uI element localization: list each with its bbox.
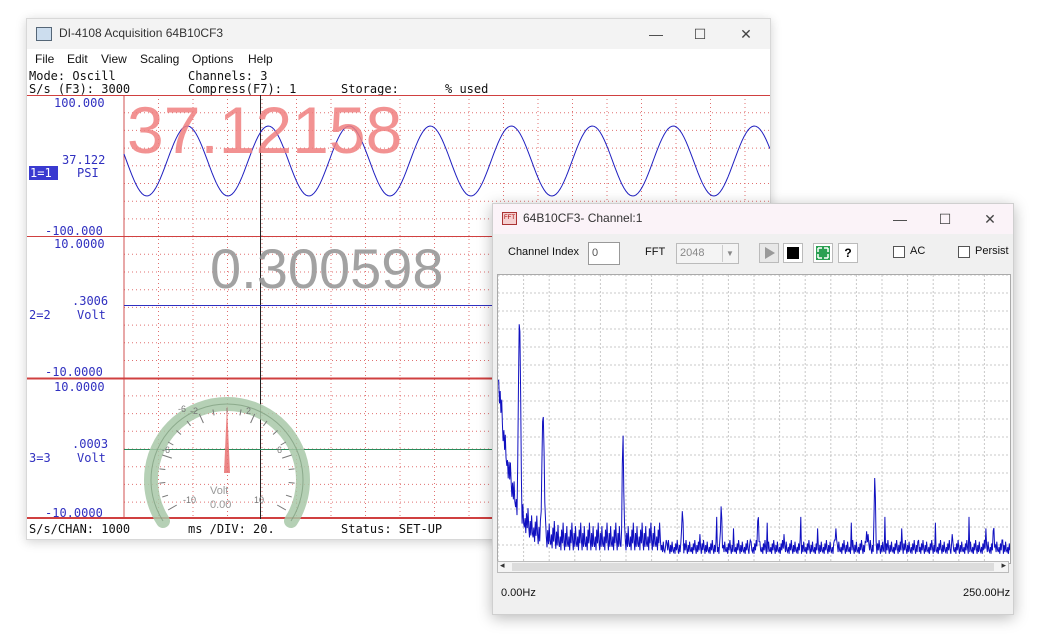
ch2-top-value: 10.0000 [54,237,105,251]
stop-button[interactable] [783,243,803,263]
gauge-tick-label: 2 [246,406,252,416]
channel-index-label: Channel Index [508,246,579,258]
chevron-down-icon[interactable]: ▼ [722,245,737,262]
gauge-needle [224,405,230,473]
ch2-big-readout: 0.300598 [210,237,444,300]
fft-spectrum-plot[interactable] [497,274,1011,564]
ch1-top-value: 100.000 [54,96,105,110]
menu-options[interactable]: Options [192,52,233,66]
gauge-tick-label: -6 [162,445,171,455]
expand-icon [816,246,830,260]
autoscale-button[interactable] [813,243,833,263]
gauge-tick-label: 6 [277,445,283,455]
status-text: Status: SET-UP [341,522,443,536]
gauge-tick-label: 10 [254,495,265,505]
x-axis-start-label: 0.00Hz [501,587,536,599]
play-button[interactable] [759,243,779,263]
ch3-bottom-value: -10.0000 [45,506,103,520]
menu-file[interactable]: File [35,52,54,66]
ch3-top-value: 10.0000 [54,380,105,394]
help-icon: ? [844,246,852,260]
mode-text: Mode: Oscill [29,69,116,83]
main-window-title: DI-4108 Acquisition 64B10CF3 [59,26,224,40]
scroll-right-icon[interactable]: ▸ [1001,560,1006,571]
ch3-current-value: .0003 [72,437,109,451]
fft-horizontal-scrollbar[interactable]: ◂ ▸ [497,560,1009,573]
fft-size-value: 2048 [680,247,705,259]
fft-titlebar[interactable]: FFT 64B10CF3- Channel:1 — ☐ ✕ [493,204,1013,234]
ch2-bottom-value: -10.0000 [45,365,103,379]
help-button[interactable]: ? [838,243,858,263]
fft-window: FFT 64B10CF3- Channel:1 — ☐ ✕ Channel In… [492,203,1014,615]
channel-index-input[interactable]: 0 [588,242,620,265]
persist-label: Persist [975,245,1009,257]
play-icon [765,247,775,259]
ch1-bottom-value: -100.000 [45,224,103,238]
main-titlebar[interactable]: DI-4108 Acquisition 64B10CF3 — ☐ ✕ [27,19,770,49]
x-axis-end-label: 250.00Hz [963,587,1011,599]
fft-window-title: 64B10CF3- Channel:1 [523,211,643,225]
minimize-button[interactable]: — [634,21,678,47]
channels-text: Channels: 3 [188,69,268,83]
ch2-unit: Volt [77,308,106,322]
sps-per-channel-text: S/s/CHAN: 1000 [29,522,131,536]
menu-edit[interactable]: Edit [67,52,88,66]
close-button[interactable]: ✕ [724,21,768,47]
storage-used-text: % used [445,82,489,96]
ch2-current-value: .3006 [72,294,109,308]
ch3-id[interactable]: 3=3 [29,451,51,465]
fft-close-button[interactable]: ✕ [968,206,1012,232]
menu-view[interactable]: View [101,52,127,66]
fft-maximize-button[interactable]: ☐ [923,206,967,232]
ch1-unit: PSI [77,166,99,180]
scroll-left-icon[interactable]: ◂ [500,560,505,571]
fft-size-label: FFT [645,246,666,258]
menu-scaling[interactable]: Scaling [140,52,179,66]
fft-size-select[interactable]: 2048 ▼ [676,243,739,264]
ac-checkbox[interactable] [893,246,905,258]
ac-label: AC [910,245,926,257]
fft-chart [497,274,1011,564]
ch1-current-value: 37.122 [62,153,106,167]
ch2-id[interactable]: 2=2 [29,308,51,322]
gauge-tick-label: -2 [190,406,199,416]
fft-app-icon: FFT [502,212,517,225]
persist-checkbox[interactable] [958,246,970,258]
ch1-big-readout: 37.12158 [127,93,403,167]
fft-minimize-button[interactable]: — [878,206,922,232]
stop-icon [787,247,799,259]
maximize-button[interactable]: ☐ [678,21,722,47]
sample-rate-text[interactable]: S/s (F3): 3000 [29,82,130,96]
gauge-tick-label: -6 [178,404,187,414]
ms-per-div-text: ms /DIV: 20. [188,522,275,536]
ch1-id[interactable]: 1=1 [29,166,58,180]
scrollbar-thumb[interactable] [512,563,994,571]
gauge-tick-label: -10 [183,495,197,505]
gauge-unit: Volt [210,485,229,497]
menu-help[interactable]: Help [248,52,273,66]
menu-bar: File Edit View Scaling Options Help [27,49,770,68]
gauge-value: 0.00 [210,499,232,511]
ch3-unit: Volt [77,451,106,465]
app-icon [36,27,52,41]
